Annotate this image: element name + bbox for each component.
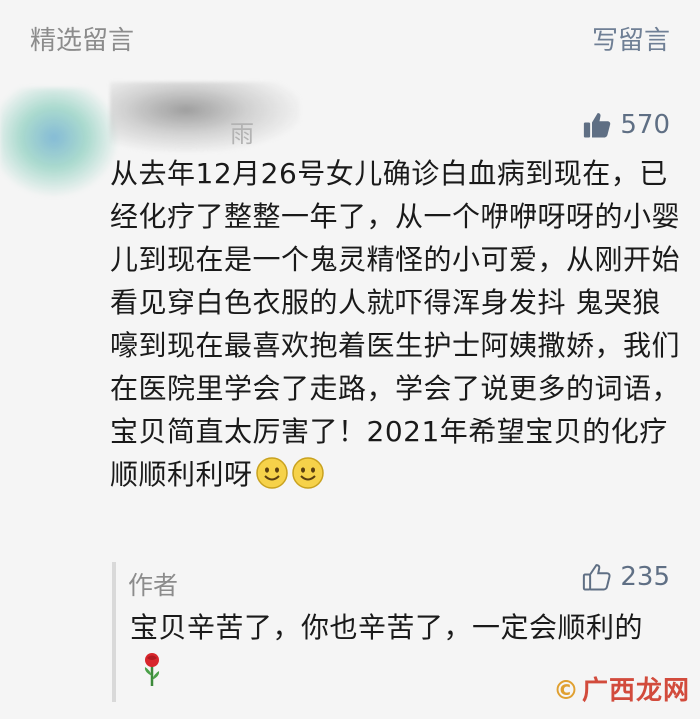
smiley-face-icon: [255, 457, 288, 489]
blurred-avatar: [0, 88, 120, 198]
watermark-logo-icon: ©: [552, 676, 580, 706]
comments-header: 精选留言 写留言: [0, 0, 700, 80]
smiley-face-icon: [291, 457, 324, 489]
section-title: 精选留言: [30, 26, 135, 56]
thumbs-up-filled-icon: [584, 113, 611, 138]
rose-icon: [144, 653, 160, 686]
comment-body: 从去年12月26号女儿确诊白血病到现在，已经化疗了整整一年了，从一个咿咿呀呀的小…: [110, 152, 680, 496]
watermark-text: 广西龙网: [581, 676, 690, 706]
comment-text: 从去年12月26号女儿确诊白血病到现在，已经化疗了整整一年了，从一个咿咿呀呀的小…: [110, 157, 681, 491]
blurred-username: [110, 82, 300, 152]
write-comment-button[interactable]: 写留言: [592, 20, 670, 57]
reply-like-button[interactable]: 235: [582, 562, 670, 592]
reply-text: 宝贝辛苦了，你也辛苦了，一定会顺利的: [130, 611, 644, 644]
comment-like-count: 570: [620, 110, 670, 140]
reply-like-count: 235: [620, 562, 670, 592]
reply-author-label: 作者: [128, 571, 179, 600]
username-partial: 雨: [230, 120, 254, 148]
site-watermark: ©广西龙网: [553, 670, 690, 707]
comment-like-button[interactable]: 570: [582, 110, 670, 140]
thumbs-up-outline-icon: [583, 564, 611, 591]
